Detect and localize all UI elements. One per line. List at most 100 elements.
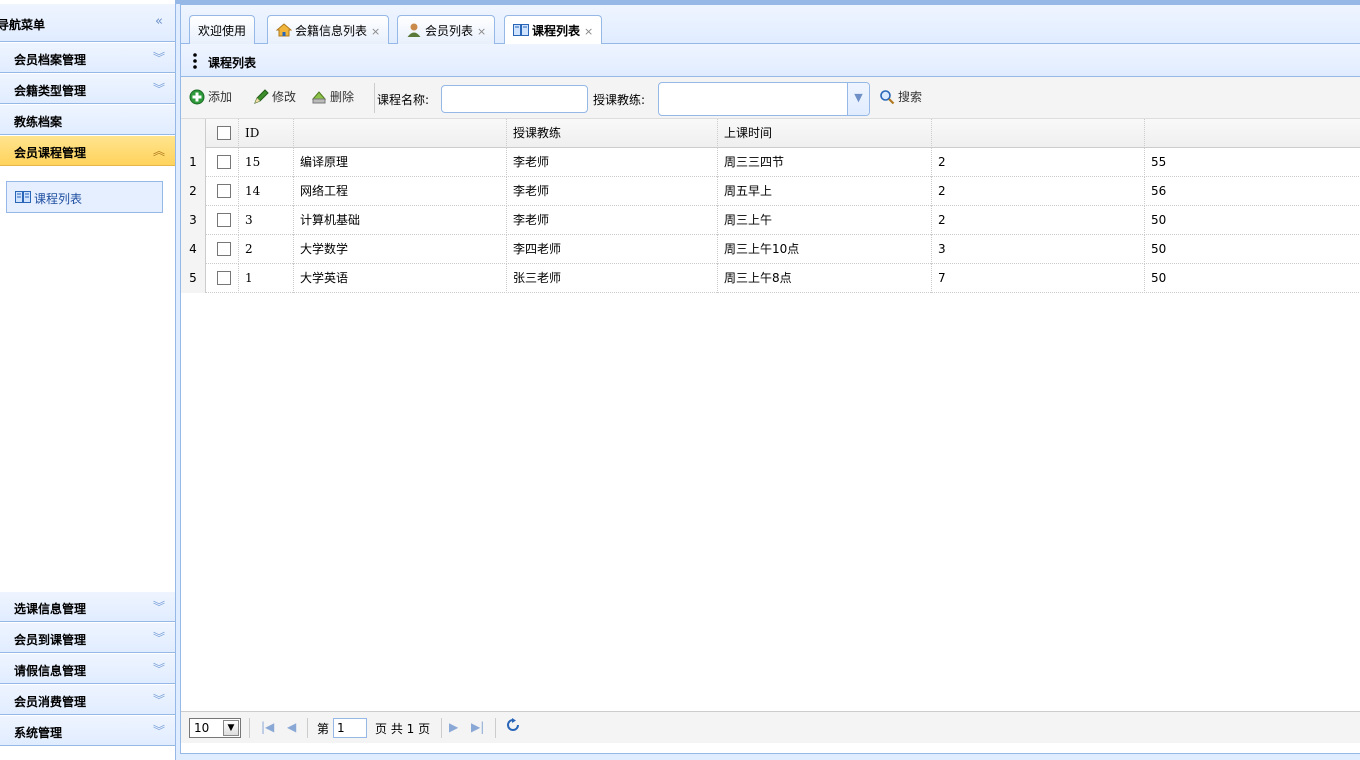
row-checkbox[interactable] [206, 235, 239, 264]
pager-separator [441, 718, 442, 738]
coach-select[interactable]: ▼ [658, 82, 870, 116]
row-checkbox[interactable] [206, 177, 239, 206]
collapse-nav-icon[interactable]: « [155, 14, 163, 29]
page-number-input[interactable]: 1 [333, 718, 367, 738]
cell-coach: 李老师 [507, 206, 718, 235]
search-button[interactable]: 搜索 [879, 88, 922, 108]
cell-b: 50 [1151, 242, 1167, 256]
cell-id: 3 [239, 206, 294, 235]
main-content: 欢迎使用 会籍信息列表 × 会员列表 × 课程列表 × 课程列表 添加 修改 删… [180, 4, 1360, 760]
table-row[interactable]: 5 1 大学英语 张三老师 周三上午8点 7 50 [181, 264, 1360, 293]
nav-panel-attendance[interactable]: 会员到课管理 ︾ [0, 623, 175, 653]
course-name-label: 课程名称: [377, 93, 430, 107]
tab-welcome[interactable]: 欢迎使用 [189, 15, 256, 44]
table-row[interactable]: 1 15 编译原理 李老师 周三三四节 2 55 [181, 148, 1360, 177]
nav-panel-leave[interactable]: 请假信息管理 ︾ [0, 654, 175, 684]
cell-time: 周三三四节 [718, 148, 932, 177]
course-name-input[interactable] [441, 85, 588, 113]
nav-panel-consumption[interactable]: 会员消费管理 ︾ [0, 685, 175, 715]
nav-panel-system[interactable]: 系统管理 ︾ [0, 716, 175, 746]
table-row[interactable]: 2 14 网络工程 李老师 周五早上 2 56 [181, 177, 1360, 206]
pagination-bar: 10 ▼ |◀ ◀ 第 1 页 共 1 页 ▶ ▶| [181, 711, 1360, 743]
next-page-icon[interactable]: ▶ [449, 720, 458, 734]
tab-label: 会员列表 [425, 24, 474, 38]
cell-name: 大学数学 [294, 235, 507, 264]
checkbox-box[interactable] [217, 213, 231, 227]
select-all-checkbox[interactable] [206, 119, 239, 148]
chevron-up-icon[interactable]: ︽ [153, 142, 165, 159]
delete-button[interactable]: 删除 [311, 88, 354, 108]
page-prefix: 第 [317, 722, 330, 736]
nav-panel-member-course[interactable]: 会员课程管理 ︽ [0, 136, 175, 166]
first-page-icon[interactable]: |◀ [261, 720, 274, 734]
nav-header: 导航菜单 « [0, 4, 175, 42]
cell-coach: 张三老师 [507, 264, 718, 293]
nav-panel-coach-archive[interactable]: 教练档案 [0, 105, 175, 135]
cell-a: 7 [932, 264, 1145, 293]
chevron-down-icon[interactable]: ︾ [153, 629, 165, 646]
checkbox-box[interactable] [217, 242, 231, 256]
add-button[interactable]: 添加 [189, 88, 232, 108]
nav-panel-member-archive[interactable]: 会员档案管理 ︾ [0, 43, 175, 73]
checkbox-box[interactable] [217, 155, 231, 169]
chevron-down-icon[interactable]: ▼ [847, 83, 869, 115]
prev-page-icon[interactable]: ◀ [287, 720, 296, 734]
tab-membership-list[interactable]: 会籍信息列表 × [267, 15, 390, 44]
column-header-coach[interactable]: 授课教练 [507, 119, 718, 148]
cell-id: 15 [239, 148, 294, 177]
bottom-border [180, 753, 1360, 760]
table-row[interactable]: 4 2 大学数学 李四老师 周三上午10点 3 50 [181, 235, 1360, 264]
column-header-a[interactable] [932, 119, 1145, 148]
last-page-icon[interactable]: ▶| [471, 720, 484, 734]
pager-separator [307, 718, 308, 738]
nav-item-course-list[interactable]: 课程列表 [6, 181, 163, 213]
cell-a: 2 [932, 148, 1145, 177]
add-button-label: 添加 [208, 90, 233, 104]
chevron-down-icon[interactable]: ︾ [153, 49, 165, 66]
tab-member-list[interactable]: 会员列表 × [397, 15, 496, 44]
book-icon [513, 24, 529, 36]
edit-button[interactable]: 修改 [253, 88, 296, 108]
cell-time: 周三上午8点 [718, 264, 932, 293]
nav-panel-membership-type[interactable]: 会籍类型管理 ︾ [0, 74, 175, 104]
delete-button-label: 删除 [330, 90, 355, 104]
chevron-down-icon[interactable]: ︾ [153, 80, 165, 97]
table-row[interactable]: 3 3 计算机基础 李老师 周三上午 2 50 [181, 206, 1360, 235]
page-size-value: 10 [194, 721, 210, 735]
cell-a: 2 [932, 177, 1145, 206]
tab-label: 欢迎使用 [198, 24, 247, 38]
chevron-down-icon[interactable]: ︾ [153, 691, 165, 708]
cell-coach: 李四老师 [507, 235, 718, 264]
nav-sidebar: 导航菜单 « 会员档案管理 ︾ 会籍类型管理 ︾ 教练档案 会员课程管理 ︽ 课… [0, 0, 176, 760]
edit-button-label: 修改 [272, 90, 297, 104]
chevron-down-icon[interactable]: ︾ [153, 660, 165, 677]
user-icon [407, 23, 421, 37]
checkbox-box[interactable] [217, 126, 231, 140]
book-icon [15, 191, 31, 203]
row-checkbox[interactable] [206, 264, 239, 293]
panel-title: 课程列表 [208, 56, 257, 70]
cell-time: 周五早上 [718, 177, 932, 206]
checkbox-box[interactable] [217, 184, 231, 198]
close-icon[interactable]: × [477, 25, 486, 38]
delete-icon [311, 91, 327, 104]
column-header-time[interactable]: 上课时间 [718, 119, 932, 148]
chevron-down-icon[interactable]: ▼ [223, 720, 239, 736]
chevron-down-icon[interactable]: ︾ [153, 598, 165, 615]
column-header-id[interactable]: ID [239, 119, 294, 148]
page-size-select[interactable]: 10 ▼ [189, 718, 241, 738]
grid-header: ID 授课教练 上课时间 [181, 119, 1360, 148]
row-checkbox[interactable] [206, 206, 239, 235]
column-header-name[interactable] [294, 119, 507, 148]
column-header-b[interactable] [1145, 119, 1360, 148]
close-icon[interactable]: × [584, 25, 593, 38]
nav-panel-course-selection[interactable]: 选课信息管理 ︾ [0, 592, 175, 622]
checkbox-box[interactable] [217, 271, 231, 285]
house-icon [276, 23, 292, 37]
chevron-down-icon[interactable]: ︾ [153, 722, 165, 739]
refresh-icon[interactable] [506, 718, 520, 732]
coach-label: 授课教练: [593, 93, 646, 107]
row-checkbox[interactable] [206, 148, 239, 177]
tab-course-list[interactable]: 课程列表 × [504, 15, 603, 45]
close-icon[interactable]: × [371, 25, 380, 38]
